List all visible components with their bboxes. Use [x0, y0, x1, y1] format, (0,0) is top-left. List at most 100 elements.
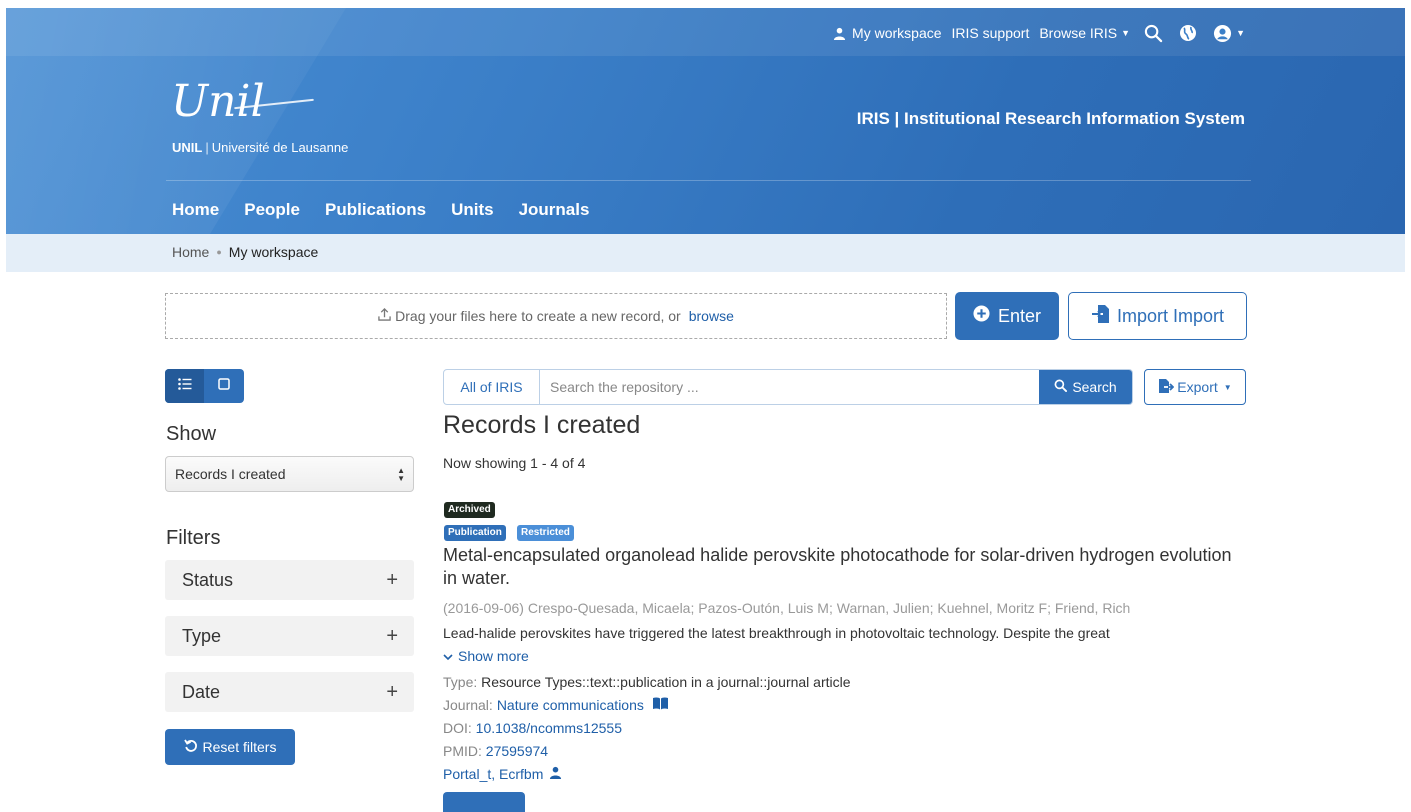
nav-journals[interactable]: Journals	[519, 200, 590, 220]
record-journal: Journal: Nature communications	[443, 697, 669, 713]
show-label: Show	[166, 423, 217, 445]
filter-type[interactable]: Type +	[165, 616, 414, 656]
search-input[interactable]	[540, 370, 1039, 404]
view-toggle	[165, 369, 244, 403]
search-button[interactable]: Search	[1039, 370, 1132, 404]
nav-home[interactable]: Home	[172, 200, 219, 220]
plus-icon: +	[386, 568, 398, 591]
nav-people[interactable]: People	[244, 200, 300, 220]
pmid-link[interactable]: 27595974	[486, 743, 548, 759]
show-more-label: Show more	[458, 648, 529, 664]
file-dropzone[interactable]: Drag your files here to create a new rec…	[165, 293, 947, 339]
journal-link[interactable]: Nature communications	[497, 697, 644, 713]
record-pmid: PMID: 27595974	[443, 743, 548, 759]
caret-down-icon: ▼	[1236, 28, 1245, 38]
filter-status-label: Status	[182, 569, 234, 590]
user-icon	[833, 27, 846, 40]
globe-icon[interactable]	[1179, 24, 1197, 42]
main-nav: Home People Publications Units Journals	[172, 200, 589, 220]
iris-support-link[interactable]: IRIS support	[952, 25, 1030, 41]
chevron-down-icon	[443, 648, 453, 664]
nav-divider	[166, 180, 1251, 181]
dropzone-text: Drag your files here to create a new rec…	[395, 308, 681, 324]
journal-label: Journal:	[443, 697, 493, 713]
filter-type-label: Type	[182, 625, 222, 646]
my-workspace-link[interactable]: My workspace	[833, 25, 942, 41]
doi-link[interactable]: 10.1038/ncomms12555	[476, 720, 622, 736]
browse-link[interactable]: browse	[689, 308, 734, 324]
grid-view-button[interactable]	[204, 369, 243, 403]
nav-publications[interactable]: Publications	[325, 200, 426, 220]
show-select-value: Records I created	[175, 466, 286, 482]
show-select[interactable]: Records I created ▲ ▼	[165, 456, 414, 492]
account-menu[interactable]: ▼	[1213, 24, 1245, 43]
record-doi: DOI: 10.1038/ncomms12555	[443, 720, 622, 736]
reset-filters-button[interactable]: Reset filters	[165, 729, 295, 765]
results-title: Records I created	[443, 411, 641, 439]
site-header: My workspace IRIS support Browse IRIS ▼ …	[6, 8, 1405, 234]
enter-button[interactable]: Enter	[955, 292, 1059, 340]
my-workspace-label: My workspace	[852, 25, 942, 41]
import-icon	[1091, 304, 1111, 329]
logo-full-name: Université de Lausanne	[211, 140, 349, 155]
record-title[interactable]: Metal-encapsulated organolead halide per…	[443, 544, 1233, 590]
user-icon	[549, 766, 562, 782]
filter-status[interactable]: Status +	[165, 560, 414, 600]
breadcrumb-home[interactable]: Home	[172, 244, 209, 260]
export-label: Export	[1177, 379, 1218, 395]
site-title: IRIS | Institutional Research Informatio…	[856, 109, 1245, 128]
search-button-label: Search	[1072, 379, 1117, 395]
browse-iris-dropdown[interactable]: Browse IRIS ▼	[1039, 25, 1130, 41]
select-arrows-icon: ▲ ▼	[397, 466, 405, 483]
record-type: Type: Resource Types::text::publication …	[443, 674, 851, 690]
pmid-label: PMID:	[443, 743, 482, 759]
plus-icon: +	[386, 624, 398, 647]
owner-link[interactable]: Portal_t, Ecrfbm	[443, 766, 543, 782]
caret-down-icon: ▼	[1223, 382, 1232, 392]
nav-units[interactable]: Units	[451, 200, 494, 220]
record-action-button[interactable]	[443, 792, 525, 812]
breadcrumb-separator: ●	[216, 247, 222, 257]
type-value: Resource Types::text::publication in a j…	[481, 674, 851, 690]
search-icon	[1054, 379, 1068, 395]
breadcrumb: Home ● My workspace	[172, 244, 318, 260]
record-owner: Portal_t, Ecrfbm	[443, 766, 562, 782]
caret-down-icon: ▼	[1121, 28, 1131, 38]
results-count: Now showing 1 - 4 of 4	[443, 455, 586, 471]
unil-logo-script[interactable]: Unil	[171, 80, 265, 124]
list-view-button[interactable]	[165, 369, 204, 403]
plus-icon: +	[386, 680, 398, 703]
account-icon	[1213, 24, 1232, 43]
upload-icon	[378, 308, 391, 324]
access-badge: Restricted	[517, 525, 574, 541]
import-button[interactable]: Import Import	[1068, 292, 1247, 340]
record-abstract: Lead-halide perovskites have triggered t…	[443, 625, 1110, 641]
reset-icon	[183, 739, 198, 756]
logo-separator: |	[205, 140, 209, 155]
filter-date-label: Date	[182, 681, 221, 702]
status-badge: Archived	[444, 502, 495, 518]
type-label: Type:	[443, 674, 478, 690]
export-dropdown[interactable]: Export ▼	[1144, 369, 1246, 405]
doi-label: DOI:	[443, 720, 472, 736]
square-icon	[217, 377, 230, 395]
filters-label: Filters	[166, 527, 221, 549]
record-authors: (2016-09-06) Crespo-Quesada, Micaela; Pa…	[443, 600, 1131, 616]
logo-abbr: UNIL	[172, 140, 203, 155]
breadcrumb-bar: Home ● My workspace	[6, 234, 1405, 272]
browse-iris-label: Browse IRIS	[1039, 25, 1118, 41]
book-icon[interactable]	[652, 697, 669, 713]
search-group: All of IRIS Search	[443, 369, 1133, 405]
enter-label: Enter	[997, 305, 1042, 326]
list-icon	[177, 377, 192, 395]
import-label: Import Import	[1116, 305, 1225, 326]
filter-date[interactable]: Date +	[165, 672, 414, 712]
show-more-link[interactable]: Show more	[443, 648, 529, 664]
export-icon	[1158, 378, 1175, 397]
type-badge: Publication	[444, 525, 506, 541]
breadcrumb-current: My workspace	[228, 244, 319, 260]
search-scope-button[interactable]: All of IRIS	[444, 370, 540, 404]
search-icon[interactable]	[1144, 24, 1163, 43]
reset-filters-label: Reset filters	[202, 739, 277, 755]
utility-bar: My workspace IRIS support Browse IRIS ▼ …	[823, 22, 1245, 44]
